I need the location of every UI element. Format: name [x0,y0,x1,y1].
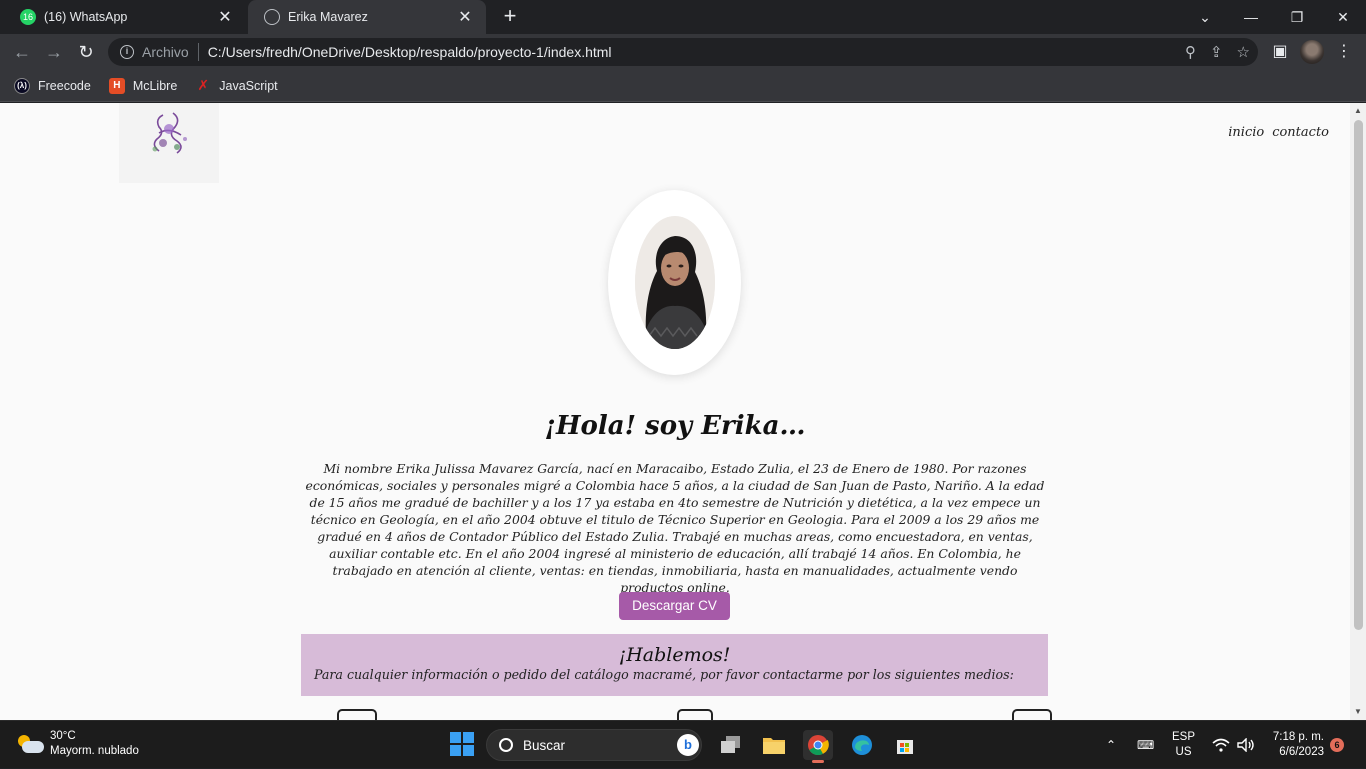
omnibox-divider [197,43,199,61]
info-icon[interactable]: i [120,45,134,59]
microsoft-store-icon[interactable] [890,730,920,760]
weather-widget[interactable]: 30°C Mayorm. nublado [16,729,139,759]
whatsapp-icon: 16 [20,9,36,25]
notification-badge[interactable]: 6 [1330,738,1344,752]
wifi-icon[interactable] [1212,721,1230,769]
contact-text: Para cualquier información o pedido del … [314,667,1014,682]
chrome-icon[interactable] [803,730,833,763]
reload-button[interactable]: ↻ [74,40,98,64]
bio-paragraph: Mi nombre Erika Julissa Mavarez García, … [305,461,1045,595]
share-icon[interactable]: ⇪ [1210,43,1223,61]
zoom-icon[interactable]: ⚲ [1185,43,1196,61]
new-tab-button[interactable]: + [498,5,522,29]
show-hidden-icons-chevron-icon[interactable]: ⌃ [1106,721,1116,769]
freecodecamp-icon: (λ) [14,77,30,94]
clock-date: 6/6/2023 [1279,746,1324,758]
nav-link-contacto[interactable]: contacto [1272,125,1329,140]
profile-photo-frame [608,190,741,375]
scrollbar-thumb[interactable] [1354,120,1363,630]
weather-temp: 30°C [50,730,76,742]
page-heading: ¡Hola! soy Erika… [544,411,806,441]
contact-section: ¡Hablemos! Para cualquier información o … [301,634,1048,696]
volume-icon[interactable] [1237,721,1255,769]
language-indicator[interactable]: ESP US [1172,721,1195,769]
bookmark-javascript[interactable]: ✗ JavaScript [195,77,278,94]
nav-link-inicio[interactable]: inicio [1228,125,1264,140]
bookmark-mclibre[interactable]: H McLibre [108,77,178,94]
taskbar-search[interactable]: Buscar b [486,729,702,761]
page-scrollbar[interactable]: ▲ ▼ [1350,103,1366,720]
contact-title: ¡Hablemos! [618,644,731,666]
side-panel-icon[interactable]: ▣ [1268,40,1292,64]
bookmark-star-icon[interactable]: ☆ [1237,43,1250,61]
partly-cloudy-icon [16,735,44,753]
search-icon [499,738,513,752]
scroll-up-icon[interactable]: ▲ [1354,106,1362,115]
bing-icon[interactable]: b [677,734,699,756]
tab-search-chevron-icon[interactable]: ⌄ [1182,0,1228,34]
facebook-contact-icon[interactable] [1012,709,1052,720]
whatsapp-contact-icon[interactable] [337,709,377,720]
menu-kebab-icon[interactable]: ⋮ [1332,40,1356,64]
page-viewport: inicio contacto ¡Hola! soy Erika… Mi nom… [0,103,1366,720]
javascript-icon: ✗ [197,77,210,93]
close-tab-icon[interactable]: ✕ [216,7,234,27]
tab-erika-mavarez[interactable]: Erika Mavarez ✕ [248,0,486,34]
site-logo[interactable] [119,103,219,183]
lang-region: US [1175,746,1192,758]
bookmarks-bar: (λ) Freecode H McLibre ✗ JavaScript [0,70,1366,102]
start-button[interactable] [450,732,474,756]
edge-icon[interactable] [847,730,877,760]
tab-whatsapp[interactable]: 16 (16) WhatsApp ✕ [4,0,246,34]
site-nav: inicio contacto [1228,125,1329,140]
scroll-down-icon[interactable]: ▼ [1354,707,1362,716]
restore-button[interactable]: ❐ [1274,0,1320,34]
touch-keyboard-icon[interactable]: ⌨ [1137,721,1154,769]
profile-avatar[interactable] [1300,40,1324,64]
browser-toolbar: ← → ↻ i Archivo C:/Users/fredh/OneDrive/… [0,34,1366,70]
bookmark-label: Freecode [38,78,91,93]
file-scheme-label: Archivo [142,44,189,60]
windows-taskbar: 30°C Mayorm. nublado Buscar b ⌃ ⌨ ESP US [0,720,1366,768]
download-cv-button[interactable]: Descargar CV [619,592,730,620]
task-view-icon[interactable] [716,730,746,760]
minimize-button[interactable]: — [1228,0,1274,34]
back-button[interactable]: ← [10,40,34,64]
profile-photo [635,216,715,349]
weather-desc: Mayorm. nublado [50,745,139,757]
globe-icon [264,9,280,25]
browser-titlebar: 16 (16) WhatsApp ✕ Erika Mavarez ✕ + ⌄ —… [0,0,1366,34]
bookmark-freecode[interactable]: (λ) Freecode [14,77,91,94]
taskbar-clock[interactable]: 7:18 p. m. 6/6/2023 [1273,730,1324,760]
lang-code: ESP [1172,731,1196,743]
address-bar[interactable]: i Archivo C:/Users/fredh/OneDrive/Deskto… [108,38,1258,66]
tab-title: (16) WhatsApp [44,10,128,24]
instagram-contact-icon[interactable] [677,709,713,720]
search-placeholder: Buscar [523,737,566,753]
close-tab-icon[interactable]: ✕ [456,7,474,27]
url-text[interactable]: C:/Users/fredh/OneDrive/Desktop/respaldo… [208,44,612,60]
tab-title: Erika Mavarez [288,10,368,24]
clock-time: 7:18 p. m. [1272,731,1324,743]
close-window-button[interactable]: ✕ [1320,0,1366,34]
forward-button[interactable]: → [42,40,66,64]
file-explorer-icon[interactable] [759,730,789,760]
bookmark-label: JavaScript [219,78,278,93]
html5-icon: H [108,77,125,94]
bookmark-label: McLibre [132,78,178,93]
